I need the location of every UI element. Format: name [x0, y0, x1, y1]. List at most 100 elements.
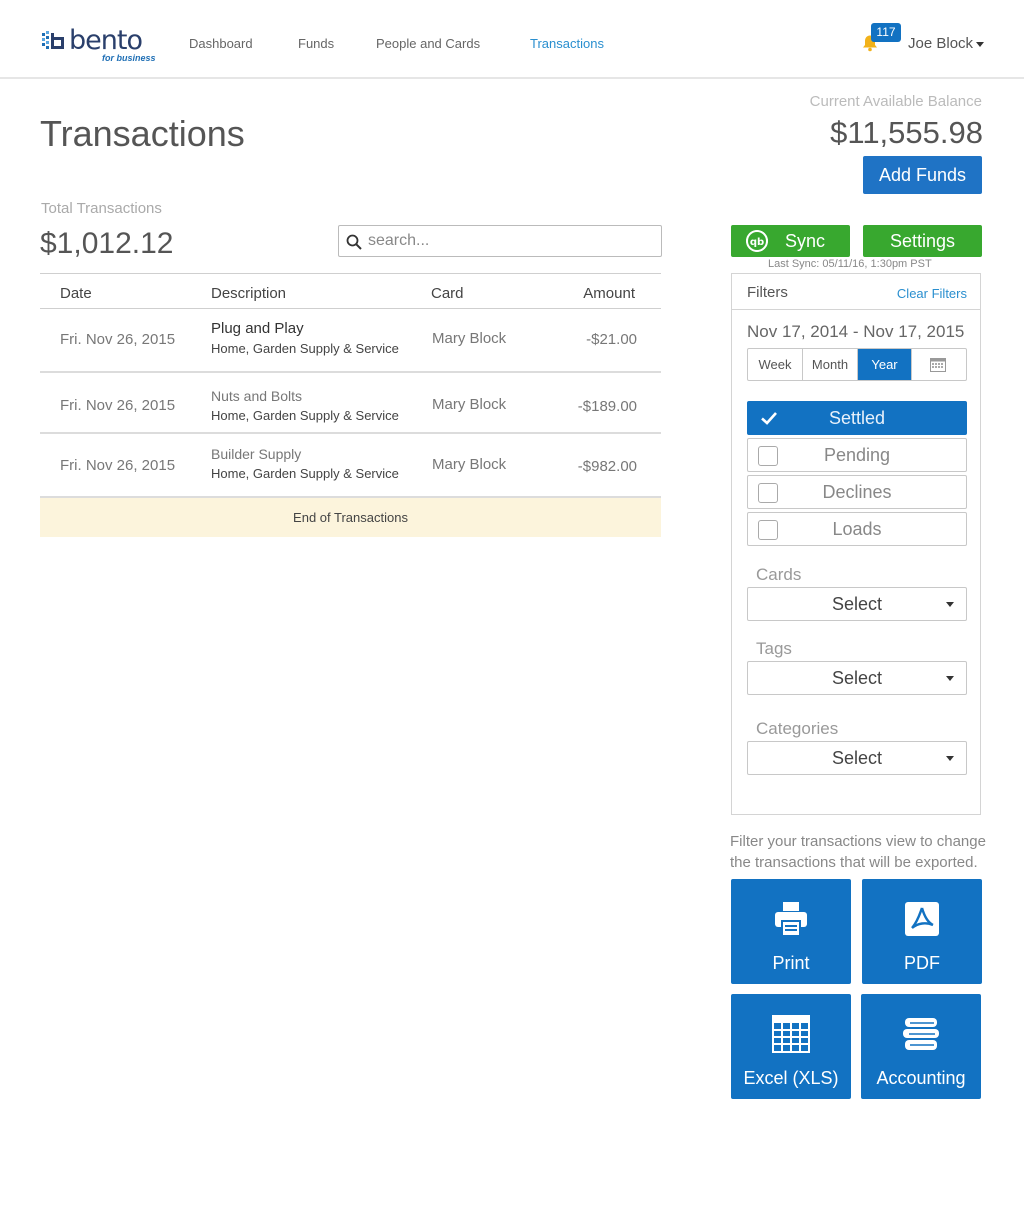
caret-down-icon: [946, 756, 954, 761]
nav-dashboard[interactable]: Dashboard: [189, 36, 253, 51]
balance-value: $11,555.98: [830, 115, 983, 150]
brand-name: bento: [69, 25, 143, 56]
filters-header: Filters Clear Filters: [732, 274, 980, 310]
end-of-transactions-banner: End of Transactions: [40, 498, 661, 537]
checkbox[interactable]: [758, 483, 778, 503]
status-label: Pending: [823, 445, 891, 465]
caret-down-icon: [946, 676, 954, 681]
tags-select-value: Select: [831, 668, 883, 688]
status-filter-declines[interactable]: Declines: [747, 475, 967, 509]
row-amount: -$21.00: [586, 331, 637, 348]
filters-panel: Filters Clear Filters Nov 17, 2014 - Nov…: [731, 273, 981, 815]
clear-filters-link[interactable]: Clear Filters: [897, 286, 967, 301]
period-month[interactable]: Month: [803, 349, 858, 380]
row-date: Fri. Nov 26, 2015: [60, 397, 176, 414]
total-transactions-value: $1,012.12: [40, 227, 174, 260]
column-header-amount[interactable]: Amount: [583, 285, 635, 302]
cards-select[interactable]: Select: [747, 587, 967, 621]
row-category: Home, Garden Supply & Service: [211, 341, 399, 356]
quickbooks-icon: qb: [746, 230, 768, 252]
period-selector: Week Month Year: [747, 348, 967, 381]
top-header: bento for business Dashboard Funds Peopl…: [0, 0, 1024, 79]
nav-funds[interactable]: Funds: [298, 36, 334, 51]
caret-down-icon: [946, 602, 954, 607]
nav-transactions[interactable]: Transactions: [530, 36, 604, 51]
row-date: Fri. Nov 26, 2015: [60, 457, 176, 474]
tags-select[interactable]: Select: [747, 661, 967, 695]
categories-select-value: Select: [831, 748, 883, 768]
period-year[interactable]: Year: [858, 349, 912, 380]
page-title: Transactions: [40, 113, 245, 154]
table-row[interactable]: Fri. Nov 26, 2015 Plug and Play Home, Ga…: [40, 309, 661, 373]
checkbox[interactable]: [758, 520, 778, 540]
status-label: Settled: [828, 408, 886, 428]
user-name: Joe Block: [908, 35, 974, 52]
row-category: Home, Garden Supply & Service: [211, 466, 399, 481]
date-picker-button[interactable]: [912, 349, 966, 380]
column-header-date[interactable]: Date: [60, 285, 92, 302]
printer-icon: [775, 902, 807, 937]
spreadsheet-icon: [772, 1015, 810, 1053]
table-row[interactable]: Fri. Nov 26, 2015 Nuts and Bolts Home, G…: [40, 373, 661, 434]
status-label: Declines: [822, 482, 892, 502]
svg-text:qb: qb: [750, 237, 764, 248]
status-filter-pending[interactable]: Pending: [747, 438, 967, 472]
pdf-button[interactable]: PDF: [862, 879, 982, 984]
notification-count-badge[interactable]: 117: [871, 23, 901, 42]
add-funds-button[interactable]: Add Funds: [863, 156, 982, 194]
last-sync-text: Last Sync: 05/11/16, 1:30pm PST: [768, 258, 932, 270]
row-amount: -$189.00: [577, 398, 637, 415]
total-transactions-label: Total Transactions: [41, 200, 162, 217]
categories-filter-label: Categories: [756, 719, 839, 738]
sync-button[interactable]: qb Sync: [731, 225, 850, 257]
status-filter-settled[interactable]: Settled: [747, 401, 967, 435]
period-week[interactable]: Week: [748, 349, 803, 380]
checkbox[interactable]: [758, 446, 778, 466]
cards-select-value: Select: [831, 594, 883, 614]
search-box[interactable]: [338, 225, 662, 257]
user-menu[interactable]: Joe Block: [908, 35, 985, 52]
nav-people-and-cards[interactable]: People and Cards: [376, 36, 480, 51]
settings-button[interactable]: Settings: [863, 225, 982, 257]
accounting-button[interactable]: Accounting: [861, 994, 981, 1099]
row-category: Home, Garden Supply & Service: [211, 408, 399, 423]
row-card: Mary Block: [432, 396, 507, 413]
print-label: Print: [772, 953, 810, 973]
transactions-table: Date Description Card Amount Fri. Nov 26…: [40, 273, 661, 537]
row-amount: -$982.00: [577, 458, 637, 475]
accounting-label: Accounting: [876, 1068, 966, 1088]
row-merchant: Plug and Play: [211, 320, 304, 337]
pdf-label: PDF: [904, 953, 940, 973]
table-row[interactable]: Fri. Nov 26, 2015 Builder Supply Home, G…: [40, 434, 661, 498]
row-date: Fri. Nov 26, 2015: [60, 331, 176, 348]
row-merchant: Nuts and Bolts: [211, 388, 303, 404]
export-note: Filter your transactions view to change …: [730, 833, 986, 871]
status-filter-loads[interactable]: Loads: [747, 512, 967, 546]
excel-label: Excel (XLS): [743, 1068, 839, 1088]
filters-title: Filters: [747, 284, 788, 301]
status-label: Loads: [832, 519, 882, 539]
excel-button[interactable]: Excel (XLS): [731, 994, 851, 1099]
search-input[interactable]: [368, 230, 653, 252]
row-merchant: Builder Supply: [211, 446, 302, 462]
date-range[interactable]: Nov 17, 2014 - Nov 17, 2015: [747, 322, 964, 342]
column-header-description[interactable]: Description: [211, 285, 286, 302]
cards-filter-label: Cards: [756, 565, 802, 584]
row-card: Mary Block: [432, 330, 507, 347]
books-stack-icon: [903, 1018, 939, 1050]
row-card: Mary Block: [432, 456, 507, 473]
balance-label: Current Available Balance: [809, 93, 982, 110]
print-button[interactable]: Print: [731, 879, 851, 984]
checkmark-icon: [761, 412, 777, 425]
brand-tagline: for business: [102, 53, 156, 63]
caret-down-icon: [976, 41, 985, 47]
sync-label: Sync: [785, 231, 826, 251]
table-header: Date Description Card Amount: [40, 273, 661, 309]
column-header-card[interactable]: Card: [431, 285, 464, 302]
categories-select[interactable]: Select: [747, 741, 967, 775]
pdf-icon: [905, 902, 939, 936]
calendar-icon: [930, 358, 946, 372]
search-icon: [346, 234, 362, 250]
bento-logo-mark-icon: [42, 31, 64, 49]
bento-logo[interactable]: bento for business: [42, 25, 156, 63]
